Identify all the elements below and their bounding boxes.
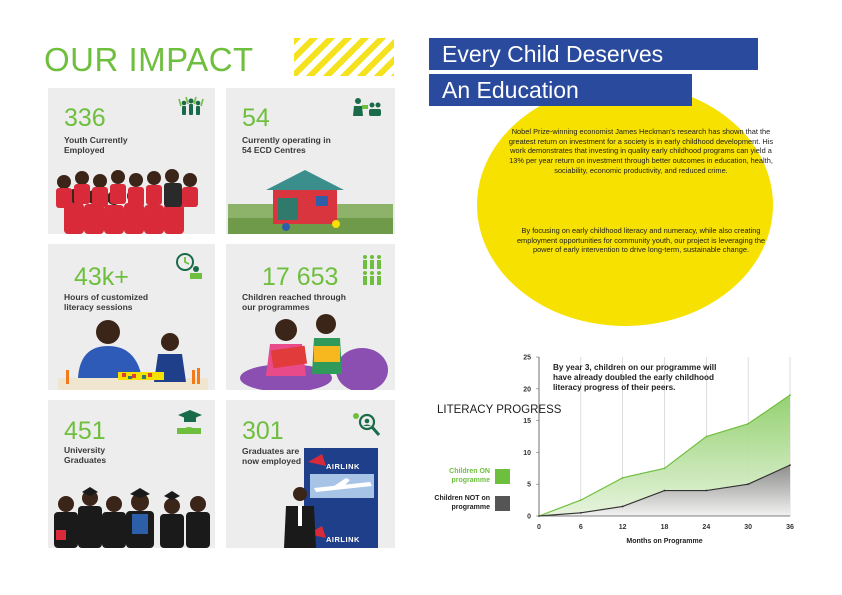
series-on-programme-point: [747, 422, 750, 425]
stat-value: 451: [64, 417, 106, 445]
series-not-on-programme-point: [579, 511, 582, 514]
series-not-on-programme-point: [747, 483, 750, 486]
body-paragraph-2: By focusing on early childhood literacy …: [516, 226, 766, 255]
clock-reading-icon: [176, 253, 202, 279]
series-on-programme-point: [663, 467, 666, 470]
x-tick-label: 0: [537, 524, 541, 531]
stat-value: 54: [242, 104, 270, 132]
stat-label: Hours of customized literacy sessions: [64, 292, 149, 312]
legend-swatch-not: [495, 496, 510, 511]
x-tick-label: 36: [786, 524, 794, 531]
stat-card-employed-graduates: 301 Graduates are now employed AIRLINK A…: [226, 400, 395, 548]
stat-label: Currently operating in 54 ECD Centres: [242, 135, 331, 155]
legend-swatch-on: [495, 469, 510, 484]
x-axis-label: Months on Programme: [626, 538, 702, 545]
stat-label: Youth Currently Employed: [64, 135, 128, 155]
children-reading-photo: [240, 314, 388, 390]
series-not-on-programme-point: [663, 489, 666, 492]
body-paragraph-1: Nobel Prize-winning economist James Heck…: [508, 127, 774, 175]
headline-line-2: An Education: [429, 74, 692, 106]
stat-label: University Graduates: [64, 445, 107, 465]
stat-value: 17 653: [262, 263, 339, 291]
series-not-on-programme-point: [789, 464, 791, 467]
series-not-on-programme-point: [621, 505, 624, 508]
x-tick-label: 18: [661, 524, 669, 531]
series-on-programme-point: [789, 394, 791, 397]
y-tick-label: 15: [523, 418, 531, 425]
x-tick-label: 6: [579, 524, 583, 531]
person-search-icon: [353, 413, 381, 436]
stat-card-literacy-hours: 43k+ Hours of customized literacy sessio…: [48, 244, 215, 390]
series-not-on-programme-point: [705, 489, 708, 492]
y-tick-label: 5: [527, 482, 531, 489]
teacher-children-icon: [353, 98, 381, 116]
airlink-logo-text: AIRLINK: [326, 462, 360, 471]
legend-label-not: Children NOT on programme: [434, 495, 490, 511]
children-group-icon: [363, 255, 381, 285]
y-tick-label: 10: [523, 450, 531, 457]
airlink-logo-text-bottom: AIRLINK: [326, 535, 360, 544]
legend-label-on: Children ON programme: [449, 468, 490, 484]
series-on-programme-point: [579, 499, 582, 501]
highlight-circle: [477, 84, 773, 326]
chart-annotation: By year 3, children on our programme wil…: [553, 363, 717, 392]
page-title: OUR IMPACT: [44, 41, 254, 78]
youth-group-photo: [50, 166, 210, 234]
y-tick-label: 0: [527, 514, 531, 521]
stat-value: 336: [64, 104, 106, 132]
y-tick-label: 20: [523, 386, 531, 393]
people-celebrating-icon: [178, 96, 204, 115]
ecd-centre-photo: [228, 164, 393, 234]
x-tick-label: 12: [619, 524, 627, 531]
graduation-hand-icon: [177, 410, 202, 434]
stat-card-employed: 336 Youth Currently Employed: [48, 88, 215, 234]
x-tick-label: 30: [744, 524, 752, 531]
series-on-programme-point: [705, 435, 708, 438]
x-tick-label: 24: [702, 524, 710, 531]
literacy-session-photo: [58, 320, 208, 390]
graduates-photo: [54, 487, 210, 548]
stat-card-children-reached: 17 653 Children reached through our prog…: [226, 244, 395, 390]
series-on-programme-point: [621, 476, 624, 479]
stat-value: 43k+: [74, 263, 129, 291]
headline-line-1: Every Child Deserves: [429, 38, 758, 70]
stat-value: 301: [242, 417, 284, 445]
stat-card-ecd-centres: 54 Currently operating in 54 ECD Centres: [226, 88, 395, 234]
y-tick-label: 25: [523, 355, 531, 362]
stat-card-graduates: 451 University Graduates: [48, 400, 215, 548]
